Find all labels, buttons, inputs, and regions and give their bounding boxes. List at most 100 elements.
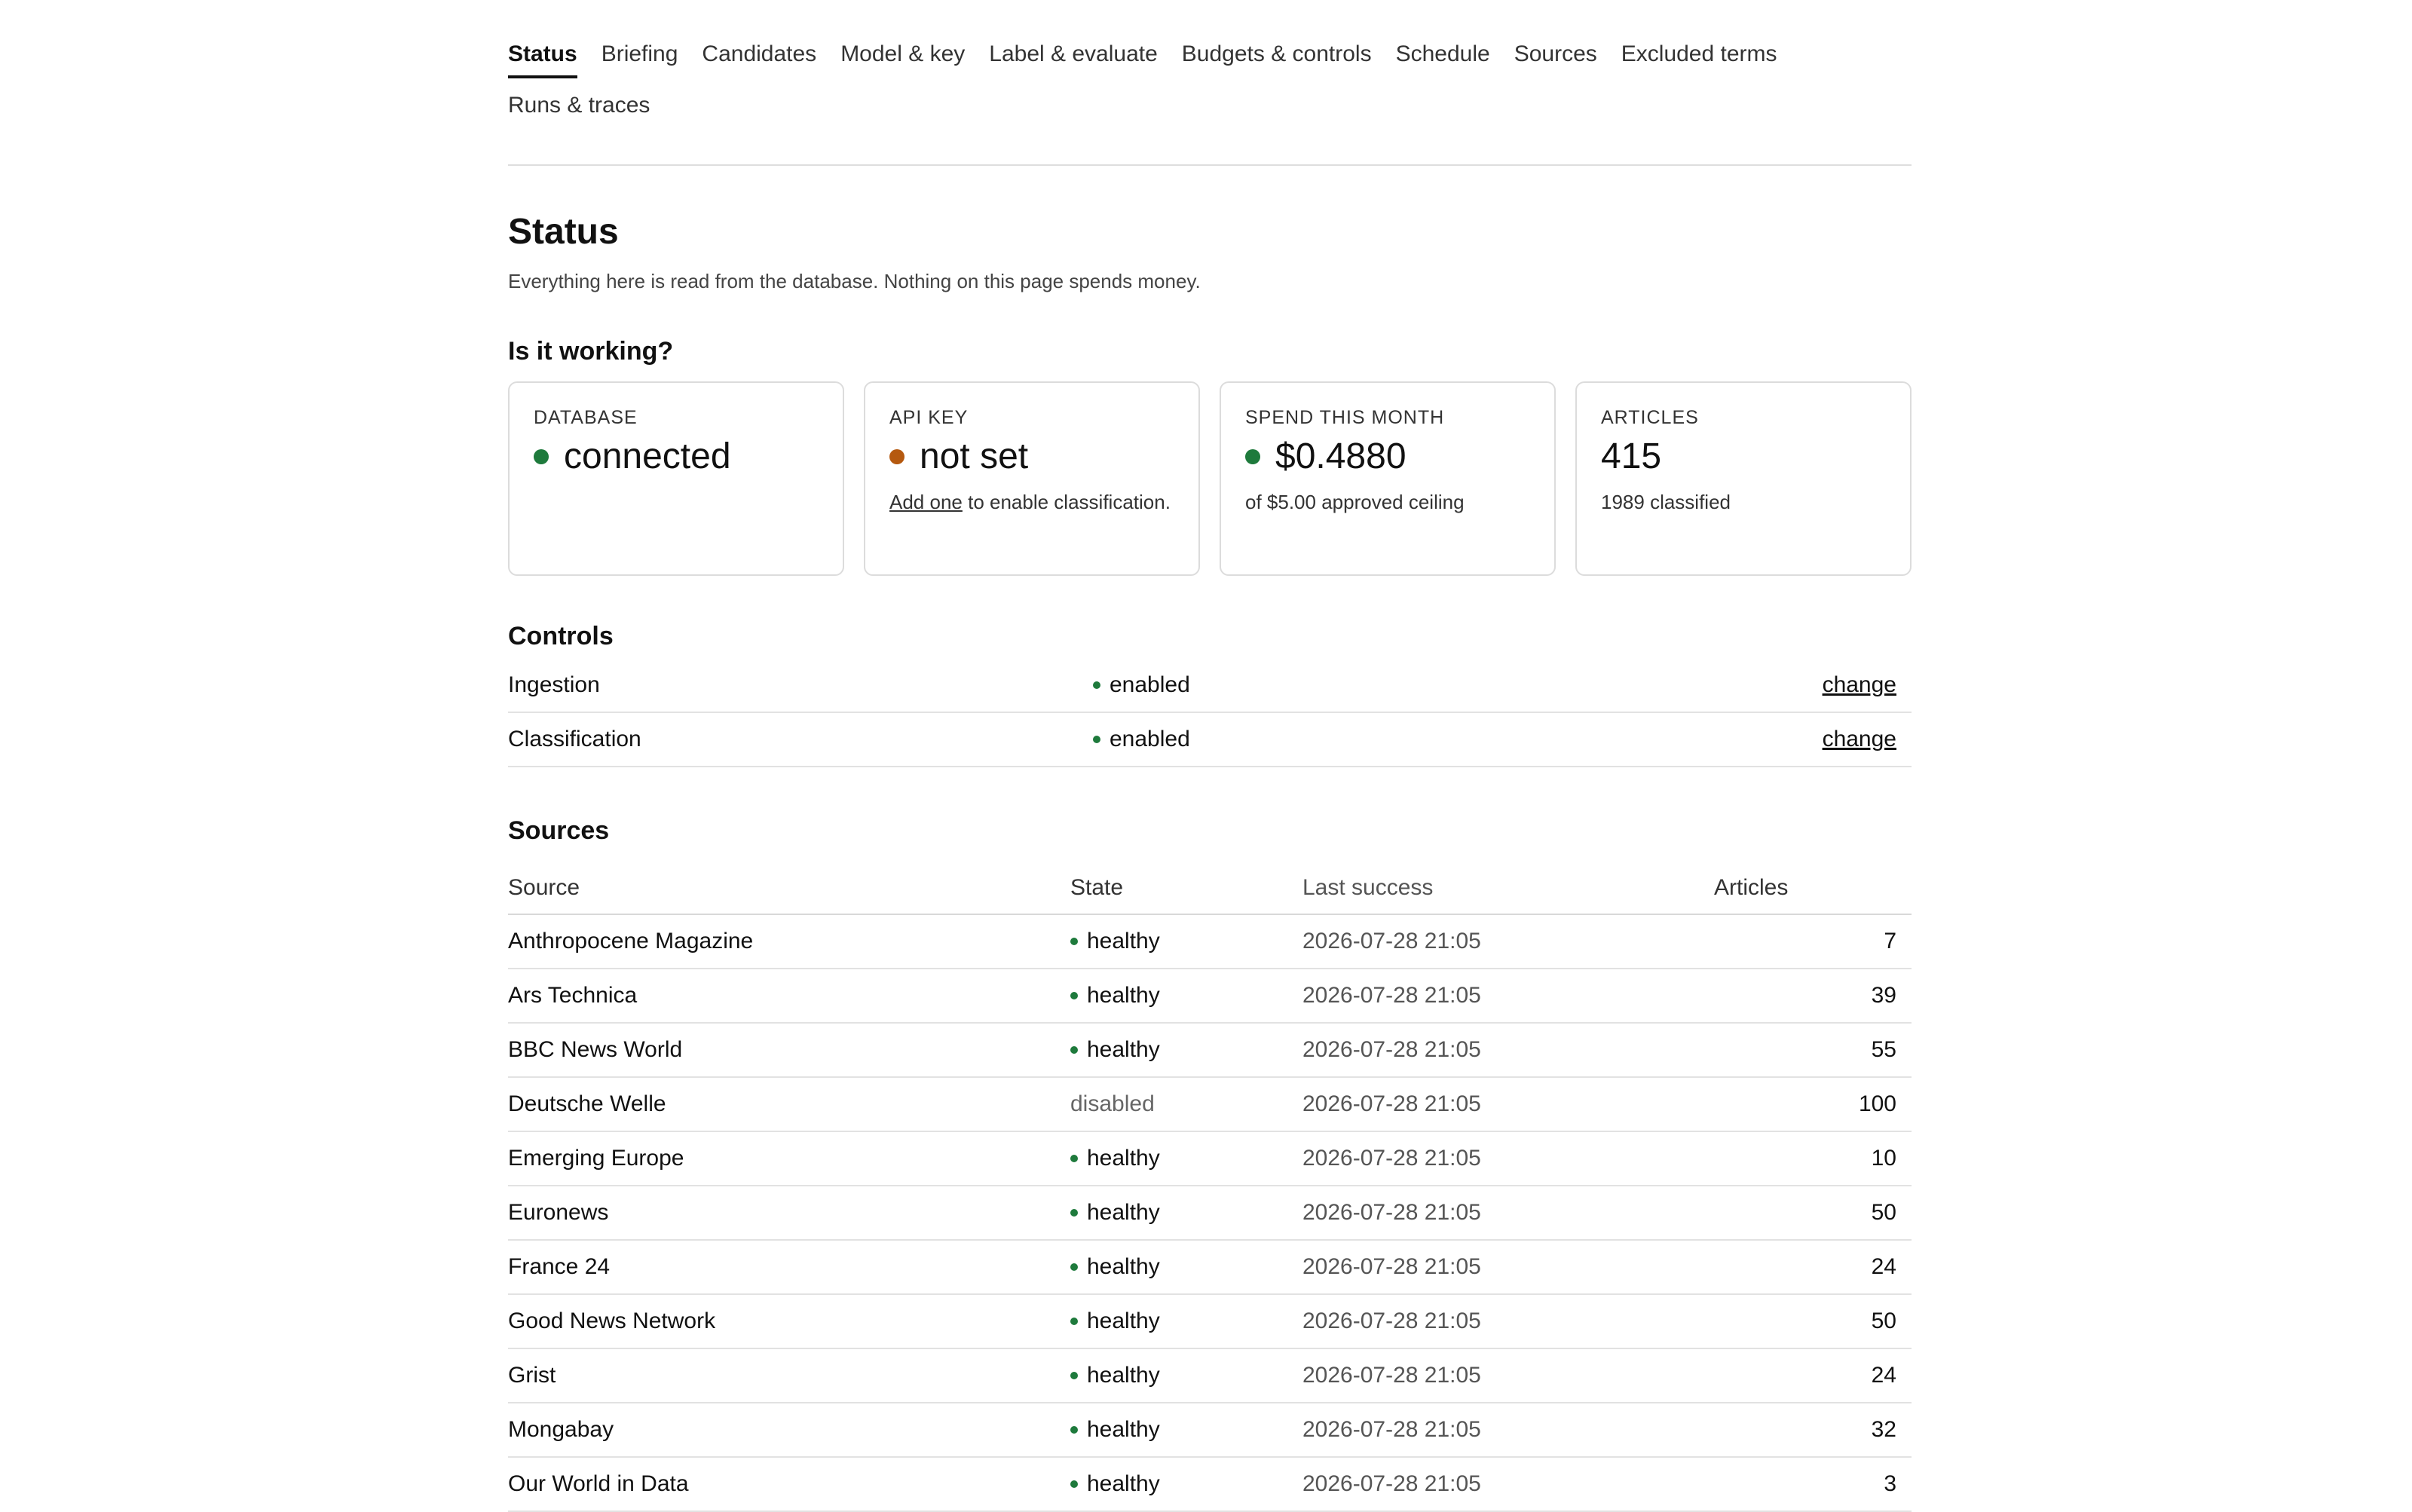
source-article-count: 32 <box>1714 1403 1912 1458</box>
source-state-text: healthy <box>1087 929 1160 953</box>
source-state-cell: healthy <box>1070 1471 1302 1497</box>
spend-card: SPEND THIS MONTH $0.4880 of $5.00 approv… <box>1220 381 1556 576</box>
column-header-state: State <box>1070 862 1302 915</box>
articles-label: ARTICLES <box>1601 407 1699 428</box>
source-state-cell: healthy <box>1070 1146 1302 1171</box>
source-article-count: 39 <box>1714 969 1912 1024</box>
database-label: DATABASE <box>534 407 638 428</box>
status-ok-icon <box>1070 1480 1078 1488</box>
source-name: Emerging Europe <box>508 1131 1070 1186</box>
api-key-label: API KEY <box>889 407 969 428</box>
status-ok-icon <box>1093 736 1100 743</box>
control-name: Ingestion <box>508 672 600 697</box>
control-state: enabled <box>1093 727 1823 752</box>
source-name: Mongabay <box>508 1403 1070 1458</box>
page-container: Status Briefing Candidates Model & key L… <box>508 0 1912 1512</box>
source-name: Euronews <box>508 1186 1070 1241</box>
control-state: enabled <box>1093 672 1823 698</box>
tab-label-evaluate[interactable]: Label & evaluate <box>989 39 1158 78</box>
status-ok-icon <box>1070 992 1078 999</box>
source-last-success: 2026-07-28 21:05 <box>1302 1457 1714 1512</box>
status-ok-icon <box>1070 1318 1078 1325</box>
source-state-cell: healthy <box>1070 1200 1302 1226</box>
table-row: France 24 healthy 2026-07-28 21:05 24 <box>508 1240 1912 1295</box>
table-row: Grist healthy 2026-07-28 21:05 24 <box>508 1348 1912 1403</box>
articles-count: 415 <box>1601 436 1662 476</box>
source-state-text: healthy <box>1087 1471 1160 1496</box>
controls-heading: Controls <box>508 622 614 650</box>
source-state-text: healthy <box>1087 1037 1160 1062</box>
api-key-note-text: to enable classification. <box>962 491 1171 513</box>
articles-note: 1989 classified <box>1601 491 1731 513</box>
source-article-count: 50 <box>1714 1186 1912 1241</box>
spend-label: SPEND THIS MONTH <box>1245 407 1445 428</box>
source-state-text: healthy <box>1087 983 1160 1008</box>
tab-excluded-terms[interactable]: Excluded terms <box>1621 39 1777 78</box>
status-ok-icon <box>1070 1263 1078 1271</box>
tab-candidates[interactable]: Candidates <box>702 39 816 78</box>
source-last-success: 2026-07-28 21:05 <box>1302 969 1714 1024</box>
table-row: Euronews healthy 2026-07-28 21:05 50 <box>508 1186 1912 1241</box>
table-row: Ars Technica healthy 2026-07-28 21:05 39 <box>508 969 1912 1024</box>
column-header-last-success: Last success <box>1302 862 1714 915</box>
tab-schedule[interactable]: Schedule <box>1396 39 1490 78</box>
source-state-text: healthy <box>1087 1308 1160 1333</box>
source-article-count: 50 <box>1714 1294 1912 1349</box>
tab-budgets-controls[interactable]: Budgets & controls <box>1182 39 1372 78</box>
tab-model-key[interactable]: Model & key <box>840 39 965 78</box>
source-last-success: 2026-07-28 21:05 <box>1302 1240 1714 1295</box>
source-name: France 24 <box>508 1240 1070 1295</box>
sources-heading: Sources <box>508 816 610 845</box>
tab-runs-traces[interactable]: Runs & traces <box>508 90 650 130</box>
source-state: healthy <box>1070 1294 1302 1349</box>
source-state-cell: disabled <box>1070 1091 1302 1117</box>
status-ok-icon <box>1070 1426 1078 1434</box>
source-article-count: 55 <box>1714 1023 1912 1078</box>
source-name: BBC News World <box>508 1023 1070 1078</box>
source-last-success: 2026-07-28 21:05 <box>1302 914 1714 969</box>
source-state-cell: healthy <box>1070 1037 1302 1063</box>
source-state-cell: healthy <box>1070 1417 1302 1443</box>
source-name: Ars Technica <box>508 969 1070 1024</box>
tab-briefing[interactable]: Briefing <box>601 39 678 78</box>
source-article-count: 100 <box>1714 1077 1912 1132</box>
page-title: Status <box>508 212 619 252</box>
spend-note: of $5.00 approved ceiling <box>1245 491 1465 513</box>
source-state-cell: healthy <box>1070 1363 1302 1388</box>
column-header-source: Source <box>508 862 1070 915</box>
change-ingestion-link[interactable]: change <box>1823 672 1896 698</box>
source-state: healthy <box>1070 969 1302 1024</box>
control-row-ingestion: Ingestion enabled change <box>508 659 1912 713</box>
working-heading: Is it working? <box>508 337 674 366</box>
column-header-articles: Articles <box>1714 862 1912 915</box>
source-state: healthy <box>1070 1457 1302 1512</box>
table-row: Deutsche Welle disabled 2026-07-28 21:05 10… <box>508 1077 1912 1132</box>
source-article-count: 7 <box>1714 914 1912 969</box>
source-article-count: 24 <box>1714 1240 1912 1295</box>
source-article-count: 3 <box>1714 1457 1912 1512</box>
source-state-text: disabled <box>1070 1091 1155 1116</box>
source-state-cell: healthy <box>1070 1308 1302 1334</box>
status-ok-icon <box>1245 449 1260 464</box>
status-warn-icon <box>889 449 904 464</box>
add-api-key-link[interactable]: Add one <box>889 491 963 513</box>
source-state-cell: healthy <box>1070 1254 1302 1280</box>
source-name: Deutsche Welle <box>508 1077 1070 1132</box>
source-last-success: 2026-07-28 21:05 <box>1302 1077 1714 1132</box>
source-name: Good News Network <box>508 1294 1070 1349</box>
source-last-success: 2026-07-28 21:05 <box>1302 1403 1714 1458</box>
source-state-text: healthy <box>1087 1363 1160 1388</box>
source-state-text: healthy <box>1087 1146 1160 1171</box>
tab-status[interactable]: Status <box>508 39 577 78</box>
tab-sources[interactable]: Sources <box>1514 39 1597 78</box>
source-state: healthy <box>1070 1023 1302 1078</box>
source-state: healthy <box>1070 914 1302 969</box>
source-name: Grist <box>508 1348 1070 1403</box>
table-row: BBC News World healthy 2026-07-28 21:05 55 <box>508 1023 1912 1078</box>
table-row: Mongabay healthy 2026-07-28 21:05 32 <box>508 1403 1912 1458</box>
source-name: Anthropocene Magazine <box>508 914 1070 969</box>
source-state: healthy <box>1070 1131 1302 1186</box>
change-classification-link[interactable]: change <box>1823 727 1896 752</box>
source-last-success: 2026-07-28 21:05 <box>1302 1348 1714 1403</box>
spend-amount: $0.4880 <box>1275 436 1406 476</box>
